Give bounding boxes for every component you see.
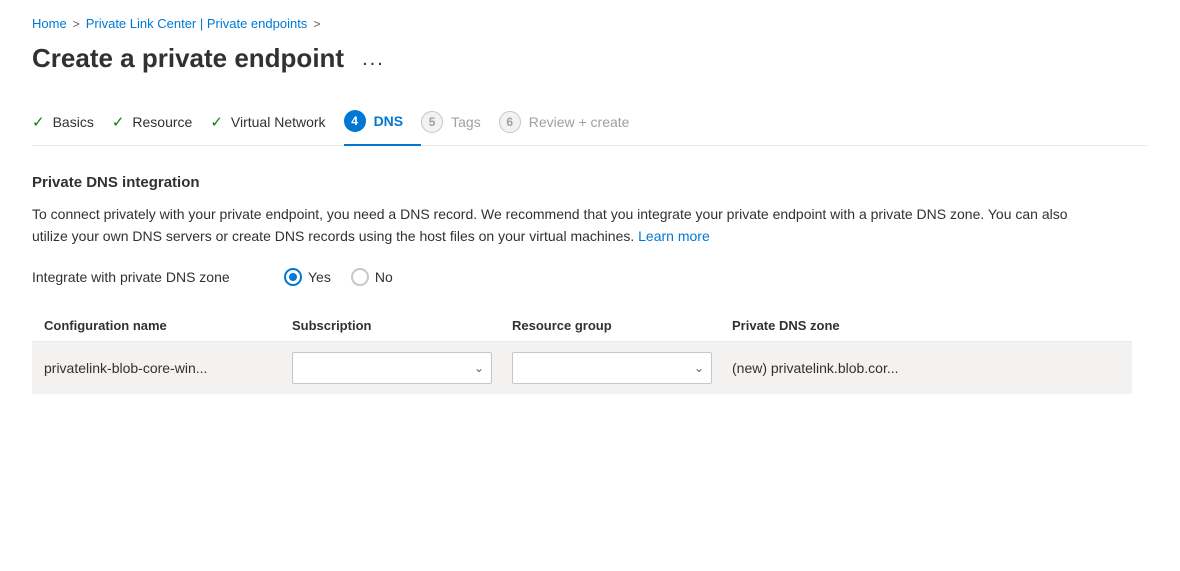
step-virtual-network[interactable]: ✓ Virtual Network: [210, 105, 343, 143]
step-basics-label: Basics: [53, 114, 94, 130]
integration-row: Integrate with private DNS zone Yes No: [32, 268, 1132, 286]
step-basics[interactable]: ✓ Basics: [32, 105, 112, 143]
col-header-sub: Subscription: [292, 310, 512, 342]
step-basics-check: ✓: [32, 113, 45, 131]
col-header-dns: Private DNS zone: [732, 310, 1132, 342]
wizard-steps: ✓ Basics ✓ Resource ✓ Virtual Network 4 …: [32, 102, 1148, 146]
step-review-badge: 6: [499, 111, 521, 133]
radio-no-option[interactable]: No: [351, 268, 393, 286]
step-tags-badge: 5: [421, 111, 443, 133]
resource-group-select[interactable]: [512, 352, 712, 384]
step-resource[interactable]: ✓ Resource: [112, 105, 211, 143]
table-row: privatelink-blob-core-win... ⌄: [32, 341, 1132, 394]
step-dns-label: DNS: [374, 113, 404, 129]
description-text: To connect privately with your private e…: [32, 203, 1092, 248]
content-section: Private DNS integration To connect priva…: [32, 174, 1132, 394]
description-body: To connect privately with your private e…: [32, 206, 1068, 244]
resource-group-select-wrapper: ⌄: [512, 352, 712, 384]
step-review-create[interactable]: 6 Review + create: [499, 103, 648, 145]
radio-yes-circle: [284, 268, 302, 286]
radio-yes-label: Yes: [308, 269, 331, 285]
integration-label: Integrate with private DNS zone: [32, 269, 252, 285]
step-dns-badge: 4: [344, 110, 366, 132]
breadcrumb-private-link[interactable]: Private Link Center | Private endpoints: [86, 16, 308, 31]
radio-no-circle: [351, 268, 369, 286]
step-resource-label: Resource: [132, 114, 192, 130]
subscription-select[interactable]: [292, 352, 492, 384]
breadcrumb-sep-1: >: [73, 17, 80, 31]
config-name-value: privatelink-blob-core-win...: [44, 360, 207, 376]
radio-group: Yes No: [284, 268, 393, 286]
section-title: Private DNS integration: [32, 174, 1132, 191]
breadcrumb: Home > Private Link Center | Private end…: [32, 16, 1148, 31]
col-header-rg: Resource group: [512, 310, 732, 342]
col-header-config: Configuration name: [32, 310, 292, 342]
subscription-select-wrapper: ⌄: [292, 352, 492, 384]
breadcrumb-home[interactable]: Home: [32, 16, 67, 31]
step-resource-check: ✓: [112, 113, 125, 131]
breadcrumb-sep-2: >: [313, 17, 320, 31]
step-tags[interactable]: 5 Tags: [421, 103, 499, 145]
step-vnet-label: Virtual Network: [231, 114, 326, 130]
radio-no-label: No: [375, 269, 393, 285]
learn-more-link[interactable]: Learn more: [638, 228, 710, 244]
step-vnet-check: ✓: [210, 113, 223, 131]
step-tags-label: Tags: [451, 114, 481, 130]
step-review-label: Review + create: [529, 114, 630, 130]
ellipsis-button[interactable]: ...: [356, 47, 391, 71]
dns-table: Configuration name Subscription Resource…: [32, 310, 1132, 394]
radio-yes-option[interactable]: Yes: [284, 268, 331, 286]
private-dns-zone-value: (new) privatelink.blob.cor...: [732, 360, 899, 376]
step-dns[interactable]: 4 DNS: [344, 102, 422, 146]
page-title: Create a private endpoint: [32, 43, 344, 74]
